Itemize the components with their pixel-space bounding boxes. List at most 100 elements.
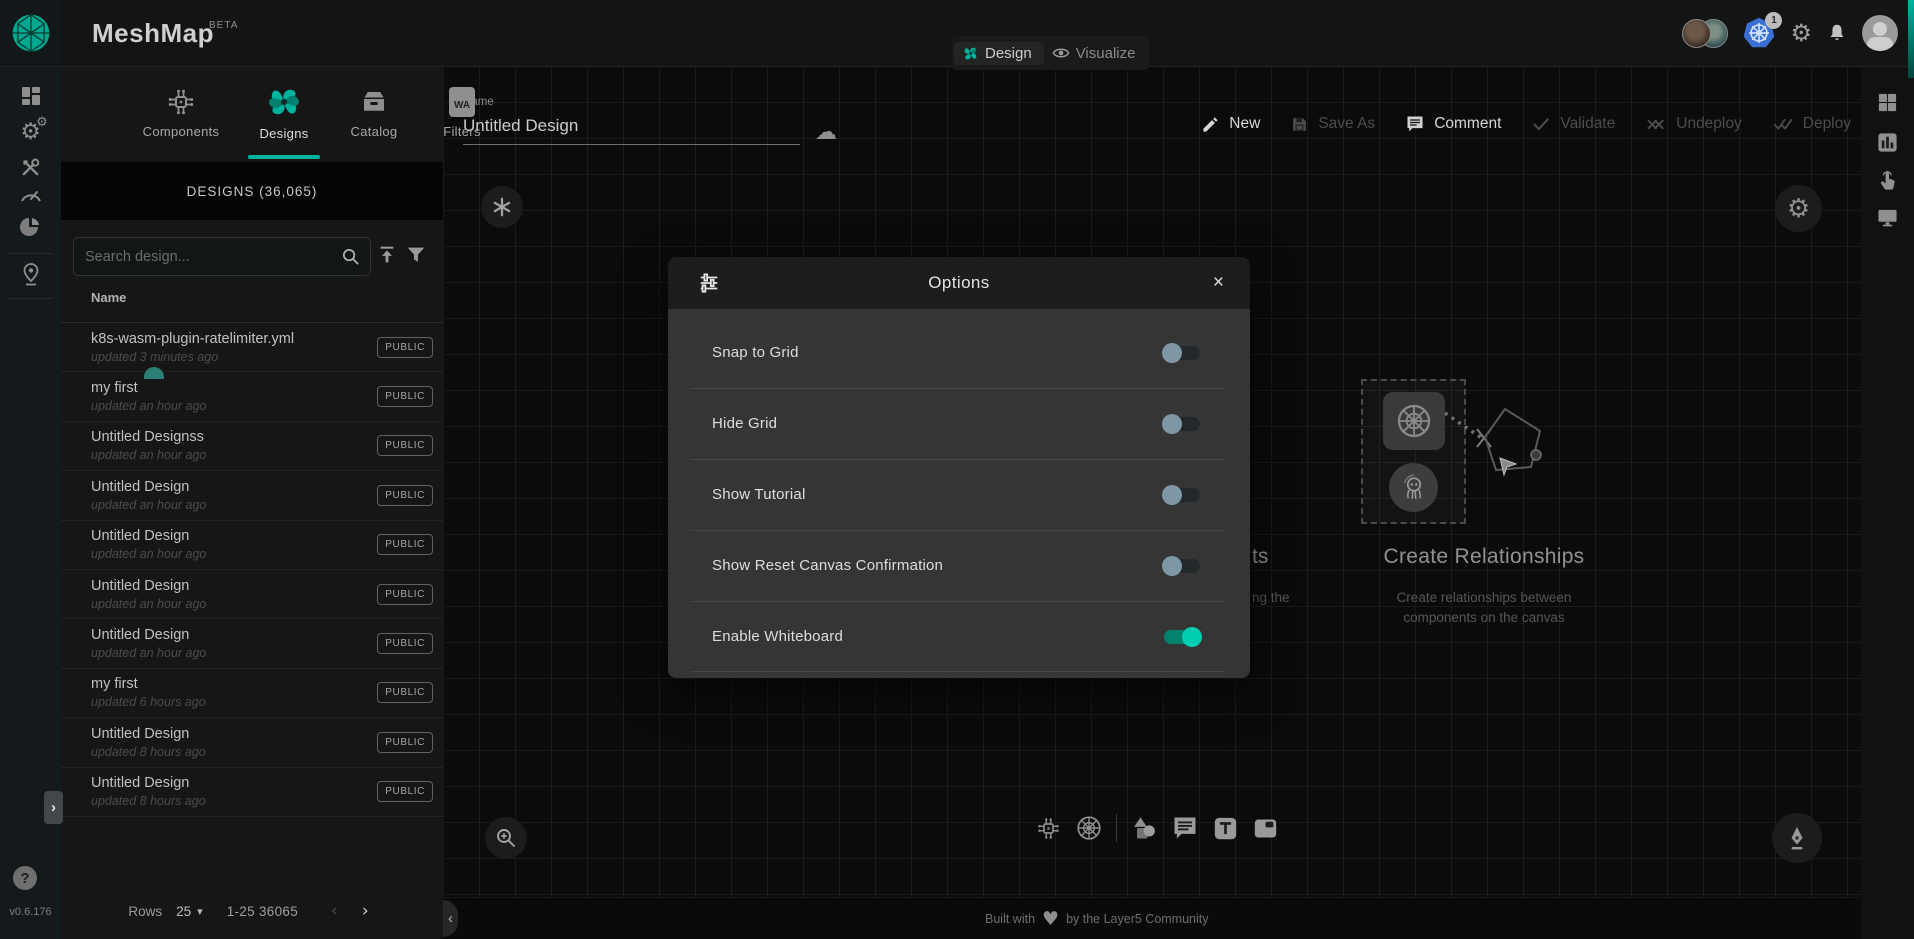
mode-visualize-button[interactable]: Visualize <box>1044 42 1148 65</box>
toolbox-nav-button[interactable] <box>0 156 61 179</box>
new-design-button[interactable]: New <box>1201 115 1260 134</box>
zoom-button[interactable] <box>485 817 527 859</box>
filter-button[interactable] <box>405 244 427 266</box>
divider <box>690 671 1224 672</box>
display-panel-button[interactable] <box>1861 207 1914 228</box>
dock-media-button[interactable] <box>1252 815 1279 842</box>
layer5-logo[interactable] <box>0 0 61 66</box>
design-list: k8s-wasm-plugin-ratelimiter.yml updated … <box>61 323 443 817</box>
dock-comment-button[interactable] <box>1171 814 1199 842</box>
design-row[interactable]: Untitled Designss updated an hour ago PU… <box>61 422 443 471</box>
bar-chart-icon <box>1876 131 1899 154</box>
gears-icon: ⚙⚙ <box>20 119 41 145</box>
import-design-button[interactable] <box>376 244 398 266</box>
heart-icon: ♥ <box>1042 908 1059 930</box>
dashboard-nav-button[interactable] <box>0 84 61 108</box>
mode-visualize-label: Visualize <box>1076 45 1136 62</box>
comment-icon <box>1171 814 1199 842</box>
divider <box>8 253 53 254</box>
design-row[interactable]: k8s-wasm-plugin-ratelimiter.yml updated … <box>61 323 443 372</box>
demo-kubernetes-node <box>1383 392 1445 450</box>
rows-per-page-select[interactable]: 25 ▾ <box>176 904 203 919</box>
settings-nav-button[interactable]: ⚙⚙ <box>0 119 61 145</box>
search-icon <box>341 247 370 266</box>
kubernetes-context-button[interactable]: 1 <box>1742 16 1776 50</box>
option-hide-grid: Hide Grid <box>668 388 1250 459</box>
design-row[interactable]: my first updated 6 hours ago PUBLIC <box>61 669 443 718</box>
dock-kubernetes-button[interactable] <box>1075 814 1103 842</box>
design-row[interactable]: Untitled Design updated 8 hours ago PUBL… <box>61 768 443 817</box>
option-snap-to-grid: Snap to Grid <box>668 317 1250 388</box>
insights-nav-button[interactable] <box>0 216 61 240</box>
design-name-input[interactable] <box>463 114 800 145</box>
settings-gear-button[interactable]: ⚙ <box>1790 21 1812 45</box>
grid-squares-icon <box>1876 91 1899 114</box>
design-row[interactable]: Untitled Design updated an hour ago PUBL… <box>61 471 443 520</box>
search-input[interactable] <box>74 249 341 265</box>
visibility-badge: PUBLIC <box>377 633 433 654</box>
validate-button[interactable]: Validate <box>1531 114 1615 134</box>
prev-page-button[interactable]: ‹ <box>324 901 345 921</box>
tab-catalog[interactable]: Catalog <box>328 66 420 160</box>
header-right-cluster: 1 ⚙ <box>1682 0 1898 66</box>
visibility-badge: PUBLIC <box>377 534 433 555</box>
deploy-button[interactable]: Deploy <box>1772 114 1851 134</box>
hide-grid-toggle[interactable] <box>1164 417 1200 431</box>
touch-pointer-icon <box>1876 169 1899 192</box>
environments-nav-button[interactable] <box>0 262 61 288</box>
notifications-bell-button[interactable] <box>1826 21 1848 45</box>
help-button[interactable]: ? <box>13 866 37 890</box>
next-page-button[interactable]: › <box>355 901 376 921</box>
tab-components[interactable]: Components <box>135 66 227 160</box>
interaction-mode-button[interactable] <box>1861 169 1914 192</box>
save-as-button[interactable]: Save As <box>1290 115 1375 134</box>
dock-text-button[interactable] <box>1212 815 1239 842</box>
kubernetes-wheel-icon <box>1075 814 1103 842</box>
design-row[interactable]: Untitled Design updated 8 hours ago PUBL… <box>61 718 443 767</box>
comment-button[interactable]: Comment <box>1405 114 1501 134</box>
meshery-squid-icon <box>1399 472 1429 502</box>
upload-icon <box>376 244 398 266</box>
widgets-panel-button[interactable] <box>1861 91 1914 114</box>
wasm-filter-icon: WA <box>449 87 475 117</box>
floppy-save-icon <box>1290 115 1309 134</box>
dock-shapes-button[interactable] <box>1130 814 1158 842</box>
close-icon[interactable]: × <box>1207 270 1230 296</box>
snowflake-icon <box>491 196 513 218</box>
design-row[interactable]: Untitled Design updated an hour ago PUBL… <box>61 619 443 668</box>
bottom-drawer-handle-left[interactable]: ‹ <box>443 900 458 937</box>
canvas-settings-button[interactable]: ⚙ <box>1775 185 1822 232</box>
app-version: v0.6.176 <box>0 906 61 918</box>
tab-designs[interactable]: Designs <box>238 66 330 160</box>
profile-avatar-button[interactable] <box>1862 15 1898 51</box>
gauge-icon <box>19 185 43 203</box>
undeploy-button[interactable]: Undeploy <box>1645 114 1742 134</box>
collaborator-avatar-1[interactable] <box>1682 19 1711 48</box>
designs-count-header: DESIGNS (36,065) <box>61 162 443 220</box>
enable-whiteboard-toggle[interactable] <box>1164 630 1200 644</box>
whiteboard-pen-button[interactable] <box>1772 813 1822 863</box>
catalog-drawer-icon <box>359 87 389 117</box>
tab-filters[interactable]: WA Filters <box>416 66 508 160</box>
design-row[interactable]: Untitled Design updated an hour ago PUBL… <box>61 521 443 570</box>
design-row[interactable]: Untitled Design updated an hour ago PUBL… <box>61 570 443 619</box>
dock-components-button[interactable] <box>1035 815 1062 842</box>
performance-nav-button[interactable] <box>0 185 61 203</box>
analytics-panel-button[interactable] <box>1861 131 1914 154</box>
snap-to-grid-toggle[interactable] <box>1164 346 1200 360</box>
cloud-sync-icon: ☁ <box>815 120 837 145</box>
layout-freeze-button[interactable] <box>481 186 523 228</box>
pie-chart-icon <box>19 216 43 240</box>
kubernetes-count-badge: 1 <box>1765 12 1782 29</box>
active-tab-indicator <box>248 155 320 159</box>
options-modal-header: Options × <box>668 257 1250 309</box>
eye-icon <box>1052 46 1070 60</box>
visibility-badge: PUBLIC <box>377 682 433 703</box>
panel-expand-handle[interactable]: › <box>44 791 63 824</box>
collaborator-avatars <box>1682 19 1728 48</box>
mode-design-button[interactable]: Design <box>954 42 1044 65</box>
design-row[interactable]: my first updated an hour ago PUBLIC <box>61 372 443 421</box>
show-tutorial-toggle[interactable] <box>1164 488 1200 502</box>
profile-silhouette <box>1873 22 1887 36</box>
reset-confirmation-toggle[interactable] <box>1164 559 1200 573</box>
